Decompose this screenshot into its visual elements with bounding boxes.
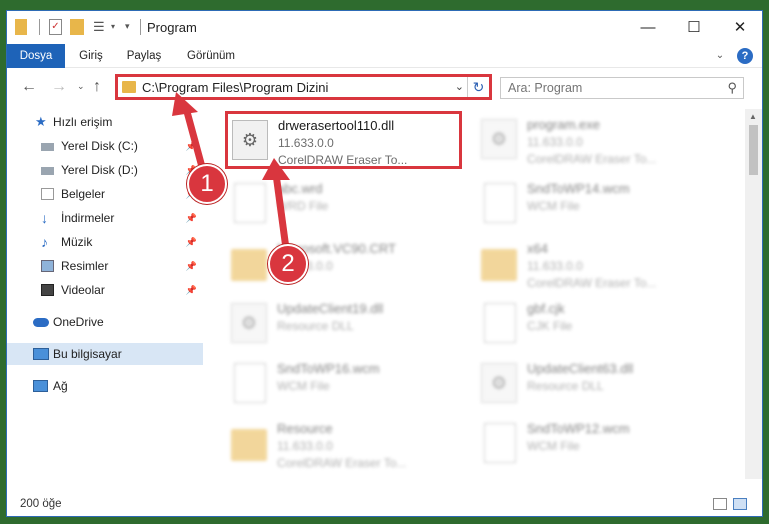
arrow-2-head — [262, 158, 290, 180]
annotation-arrows — [172, 92, 291, 257]
step-badge-1: 1 — [187, 164, 227, 204]
step-badge-2: 2 — [268, 244, 308, 284]
arrow-1-head — [172, 92, 198, 116]
